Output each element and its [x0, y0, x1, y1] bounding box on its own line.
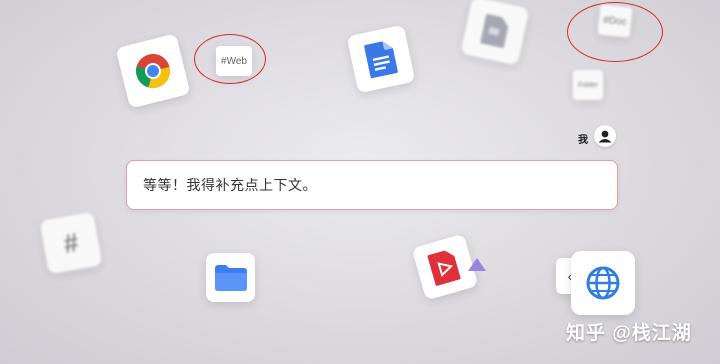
pdf-icon [427, 250, 461, 286]
docs-tile[interactable] [346, 24, 416, 94]
web-highlight-circle [194, 34, 266, 84]
chrome-icon [136, 54, 170, 88]
chrome-tile[interactable] [115, 33, 191, 109]
chat-message-box[interactable]: 等等！我得补充点上下文。 [126, 160, 618, 210]
watermark-text: 知乎 @栈江湖 [566, 323, 692, 344]
file-tile[interactable] [460, 0, 530, 66]
folder-tag-label: Folder [578, 81, 598, 89]
folder-tile[interactable] [206, 253, 255, 302]
user-icon [598, 130, 612, 143]
avatar[interactable] [594, 125, 616, 147]
globe-tile[interactable] [571, 251, 635, 315]
file-icon [480, 13, 509, 49]
user-label: 我 [578, 135, 588, 146]
globe-icon [586, 266, 620, 300]
folder-icon [214, 264, 247, 291]
cursor-icon [468, 258, 486, 271]
doc-highlight-circle [567, 2, 663, 62]
folder-tag-tile[interactable]: Folder [573, 70, 603, 100]
chat-message-text: 等等！我得补充点上下文。 [143, 177, 317, 193]
google-docs-icon [364, 41, 398, 79]
hash-tag-tile[interactable]: # [39, 211, 103, 275]
hash-icon: # [61, 226, 81, 259]
